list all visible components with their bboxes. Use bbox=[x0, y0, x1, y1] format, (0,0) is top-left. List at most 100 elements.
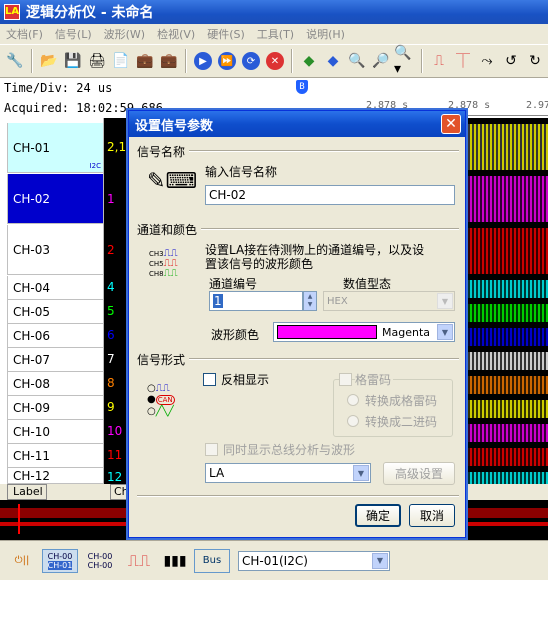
zoom-out-icon[interactable]: 🔎 bbox=[370, 50, 392, 72]
zoom-menu-icon[interactable]: 🔍▾ bbox=[394, 45, 416, 77]
channel-number: 7 bbox=[107, 352, 115, 366]
measure-alt-icon[interactable]: ↻ bbox=[524, 50, 546, 72]
channel-row-ch06[interactable]: CH-06 bbox=[7, 324, 103, 348]
channel-swap-icon[interactable]: CH-00 CH-01 bbox=[42, 548, 78, 573]
channel-row-ch12[interactable]: CH-12 bbox=[7, 468, 103, 484]
channel-number-input[interactable]: 1 bbox=[209, 291, 303, 311]
value-type-value: HEX bbox=[327, 295, 348, 307]
menu-view[interactable]: 检视(V) bbox=[151, 26, 201, 42]
wave-color-select[interactable]: Magenta ▼ bbox=[273, 322, 455, 342]
invert-checkbox[interactable] bbox=[203, 373, 216, 386]
menu-file[interactable]: 文档(F) bbox=[0, 26, 49, 42]
value-type-label: 数值型态 bbox=[343, 277, 392, 291]
menu-hardware[interactable]: 硬件(S) bbox=[201, 26, 251, 42]
mode-value: LA bbox=[209, 466, 225, 480]
copy-icon[interactable]: 📄 bbox=[110, 50, 132, 72]
channel-row-ch01[interactable]: CH-01 I2C bbox=[7, 123, 103, 173]
print-icon[interactable]: 🖨 bbox=[86, 50, 108, 72]
wave-color-label: 波形颜色 bbox=[211, 328, 260, 342]
chevron-down-icon[interactable]: ▼ bbox=[437, 324, 453, 340]
to-gray-label: 转换成格雷码 bbox=[365, 394, 438, 408]
probe-icon[interactable]: ⏻|| bbox=[6, 549, 38, 573]
zoom-in-icon[interactable]: 🔍 bbox=[346, 50, 368, 72]
channel-wave-label: CH3 bbox=[149, 250, 164, 258]
pulse-wave-icon[interactable]: ⎍⎍ bbox=[122, 549, 156, 573]
menu-help[interactable]: 说明(H) bbox=[300, 26, 351, 42]
ruler-tick: 2.97 bbox=[526, 100, 548, 111]
menu-tools[interactable]: 工具(T) bbox=[251, 26, 300, 42]
stop-icon[interactable]: ✕ bbox=[266, 52, 284, 70]
close-icon[interactable]: ✕ bbox=[441, 114, 461, 134]
channel-row-ch07[interactable]: CH-07 bbox=[7, 348, 103, 372]
fast-forward-icon[interactable]: ⏩ bbox=[218, 52, 236, 70]
cancel-button[interactable]: 取消 bbox=[409, 504, 455, 527]
channel-row-ch03[interactable]: CH-03 bbox=[7, 225, 103, 275]
trace-ch12 bbox=[466, 472, 548, 484]
overview-cursor[interactable] bbox=[18, 504, 20, 534]
channel-row-ch11[interactable]: CH-11 bbox=[7, 444, 103, 468]
channel-row-ch10[interactable]: CH-10 bbox=[7, 420, 103, 444]
title-bar: LA 逻辑分析仪 - 未命名 bbox=[0, 0, 548, 24]
channel-number: 11 bbox=[107, 448, 123, 462]
spinner-down-icon[interactable]: ▼ bbox=[308, 301, 313, 309]
chevron-down-icon[interactable]: ▼ bbox=[372, 552, 388, 569]
marker-left-icon[interactable]: ◆ bbox=[298, 50, 320, 72]
channel-number-spinner[interactable]: ▲ ▼ bbox=[303, 291, 317, 311]
bottom-panel bbox=[0, 580, 548, 630]
to-binary-radio[interactable] bbox=[347, 415, 359, 427]
toolbar-separator bbox=[421, 49, 423, 73]
section-divider bbox=[189, 150, 459, 152]
waveform-traces[interactable] bbox=[466, 118, 548, 484]
mode-select[interactable]: LA ▼ bbox=[205, 463, 371, 483]
value-type-select[interactable]: HEX ▼ bbox=[323, 291, 455, 311]
bus-icon[interactable]: Bus bbox=[194, 548, 230, 573]
to-gray-radio[interactable] bbox=[347, 394, 359, 406]
wand-icon[interactable]: 🔧 bbox=[4, 50, 26, 72]
trace-ch06 bbox=[466, 328, 548, 346]
marker-right-icon[interactable]: ◆ bbox=[322, 50, 344, 72]
channel-numbers: 2,1 1 2 4 5 6 7 8 9 10 11 12 bbox=[104, 118, 128, 484]
toolbar: 🔧 📂 💾 🖨 📄 💼 💼 ▶ ⏩ ⟳ ✕ ◆ ◆ 🔍 🔎 🔍▾ ⎍ ⏉ ⤳ ↺… bbox=[0, 44, 548, 78]
signal-name-input[interactable]: CH-02 bbox=[205, 185, 455, 205]
gray-code-checkbox[interactable] bbox=[339, 373, 352, 386]
label-button[interactable]: Label bbox=[7, 484, 47, 500]
channel-row-ch02[interactable]: CH-02 bbox=[7, 174, 103, 224]
open-folder-icon[interactable]: 📂 bbox=[38, 50, 60, 72]
channel-name: CH-09 bbox=[13, 400, 51, 415]
briefcase-export-icon[interactable]: 💼 bbox=[158, 50, 180, 72]
save-icon[interactable]: 💾 bbox=[62, 50, 84, 72]
channel-wave-label: CH5 bbox=[149, 260, 164, 268]
chevron-down-icon[interactable]: ▼ bbox=[353, 465, 369, 481]
channel-group-icon[interactable]: CH-00 CH-00 bbox=[82, 549, 118, 573]
bus-wave-checkbox[interactable] bbox=[205, 443, 218, 456]
cursor-icon[interactable]: ⤳ bbox=[476, 50, 498, 72]
ok-button[interactable]: 确定 bbox=[355, 504, 401, 527]
trigger-level-icon[interactable]: ⏉ bbox=[452, 50, 474, 72]
repeat-icon[interactable]: ⟳ bbox=[242, 52, 260, 70]
trigger-edge-icon[interactable]: ⎍ bbox=[428, 50, 450, 72]
ch-button[interactable]: Ch bbox=[110, 484, 130, 500]
bar-graph-icon[interactable]: ▮▮▮ bbox=[160, 549, 190, 573]
spinner-up-icon[interactable]: ▲ bbox=[308, 293, 313, 301]
menu-waveform[interactable]: 波形(W) bbox=[98, 26, 151, 42]
channel-row-ch08[interactable]: CH-08 bbox=[7, 372, 103, 396]
channel-row-ch05[interactable]: CH-05 bbox=[7, 300, 103, 324]
play-icon[interactable]: ▶ bbox=[194, 52, 212, 70]
measure-icon[interactable]: ↺ bbox=[500, 50, 522, 72]
marker-b-icon[interactable]: B bbox=[296, 80, 308, 94]
briefcase-icon[interactable]: 💼 bbox=[134, 50, 156, 72]
trace-ch08 bbox=[466, 376, 548, 394]
trace-ch11 bbox=[466, 448, 548, 466]
channel-number-value: 1 bbox=[213, 294, 223, 308]
channel-name: CH-06 bbox=[13, 328, 51, 343]
chevron-down-icon[interactable]: ▼ bbox=[437, 293, 453, 309]
channel-row-ch09[interactable]: CH-09 bbox=[7, 396, 103, 420]
advanced-settings-button[interactable]: 高级设置 bbox=[383, 462, 455, 485]
section-signal-form: 信号形式 bbox=[137, 353, 186, 367]
menu-signal[interactable]: 信号(L) bbox=[49, 26, 98, 42]
channel-number: 10 bbox=[107, 424, 123, 438]
dialog-title: 设置信号参数 bbox=[135, 118, 214, 134]
window-title: 逻辑分析仪 - 未命名 bbox=[26, 5, 154, 21]
channel-row-ch04[interactable]: CH-04 bbox=[7, 276, 103, 300]
channel-select[interactable]: CH-01(I2C) ▼ bbox=[238, 550, 390, 571]
